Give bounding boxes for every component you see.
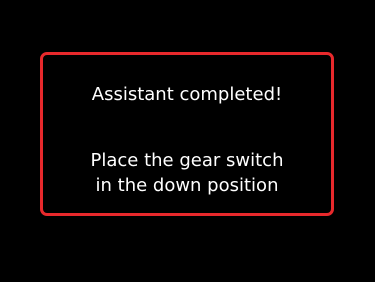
instruction-line-2: in the down position — [95, 175, 279, 196]
completion-dialog: Assistant completed! Place the gear swit… — [40, 52, 334, 216]
completion-title: Assistant completed! — [91, 84, 283, 105]
instruction-line-1: Place the gear switch — [90, 150, 284, 171]
screen: Assistant completed! Place the gear swit… — [0, 0, 375, 282]
